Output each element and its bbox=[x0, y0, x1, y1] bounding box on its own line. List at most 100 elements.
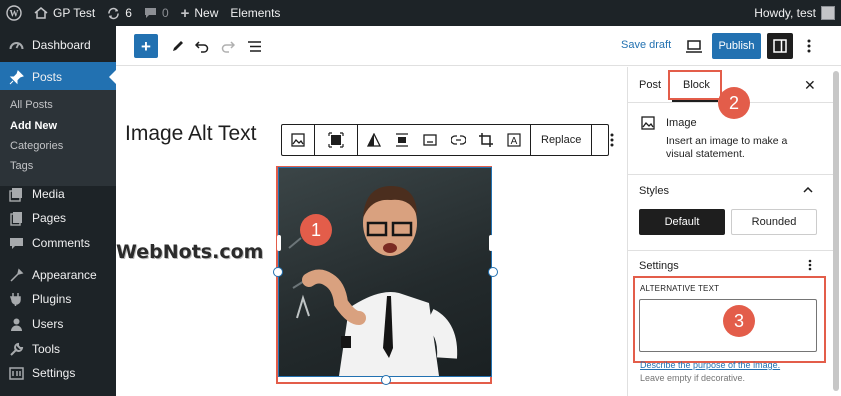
new-content-link[interactable]: + New bbox=[175, 0, 225, 26]
sidebar-item-plugins[interactable]: Plugins bbox=[0, 287, 116, 311]
preview-button[interactable] bbox=[682, 34, 706, 58]
settings-sidebar: Post Block ✕ 2 Image Insert an image to … bbox=[627, 67, 841, 396]
sidebar-item-pages[interactable]: Pages bbox=[0, 206, 116, 230]
side-resize-bar-right[interactable] bbox=[489, 235, 493, 251]
sidebar-item-comments[interactable]: Comments bbox=[0, 231, 116, 255]
sidebar-item-posts[interactable]: Posts bbox=[0, 62, 116, 92]
post-title[interactable]: Image Alt Text bbox=[125, 122, 257, 146]
pin-icon bbox=[8, 69, 24, 85]
style-default-button[interactable]: Default bbox=[639, 209, 725, 235]
submenu-item-add-new[interactable]: Add New bbox=[10, 120, 57, 132]
site-name-link[interactable]: GP Test bbox=[28, 0, 101, 26]
link-icon[interactable] bbox=[446, 128, 470, 152]
publish-button[interactable]: Publish bbox=[712, 33, 761, 59]
elements-link[interactable]: Elements bbox=[224, 0, 286, 26]
sidebar-item-label: Dashboard bbox=[32, 38, 91, 52]
sidebar-item-label: Appearance bbox=[32, 268, 97, 282]
sidebar-item-appearance[interactable]: Appearance bbox=[0, 263, 116, 287]
comment-bubble-icon bbox=[144, 8, 156, 18]
users-icon bbox=[8, 316, 24, 332]
active-tab-indicator bbox=[672, 100, 718, 102]
watermark: WebNots.com bbox=[116, 241, 264, 263]
sidebar-item-tools[interactable]: Tools bbox=[0, 337, 116, 361]
svg-text:W: W bbox=[10, 9, 19, 19]
updates-count: 6 bbox=[125, 6, 132, 20]
panel-scrollbar[interactable] bbox=[833, 71, 839, 391]
align-center-icon[interactable] bbox=[390, 128, 414, 152]
pages-icon bbox=[8, 210, 24, 226]
replace-button[interactable]: Replace bbox=[535, 134, 587, 146]
submenu-item-all-posts[interactable]: All Posts bbox=[10, 99, 53, 111]
sidebar-item-label: Comments bbox=[32, 236, 91, 250]
image-block-icon[interactable] bbox=[286, 128, 310, 152]
media-icon bbox=[8, 186, 24, 202]
admin-sidebar: Dashboard Posts All Posts Add New Catego… bbox=[0, 26, 116, 396]
add-block-button[interactable]: + bbox=[134, 34, 158, 58]
updates-link[interactable]: 6 bbox=[101, 0, 138, 26]
submenu-item-tags[interactable]: Tags bbox=[10, 160, 33, 172]
alt-text-label: ALTERNATIVE TEXT bbox=[640, 284, 720, 293]
alt-text-help-link[interactable]: Describe the purpose of the image. bbox=[640, 360, 780, 370]
drag-handle-icon[interactable] bbox=[324, 128, 348, 152]
tab-post[interactable]: Post bbox=[639, 79, 661, 91]
block-card: Image Insert an image to make a visual s… bbox=[628, 103, 833, 175]
pencil-icon bbox=[173, 41, 183, 51]
sidebar-item-media[interactable]: Media bbox=[0, 182, 116, 206]
alt-text-help: Leave empty if decorative. bbox=[640, 373, 746, 383]
account-menu[interactable]: Howdy, test bbox=[748, 0, 841, 26]
save-draft-button[interactable]: Save draft bbox=[621, 39, 671, 51]
styles-panel: Styles Default Rounded bbox=[628, 175, 833, 251]
site-name: GP Test bbox=[53, 6, 96, 20]
caption-icon[interactable] bbox=[418, 128, 442, 152]
annotation-badge-3: 3 bbox=[723, 305, 755, 337]
block-toolbar: A Replace bbox=[281, 124, 614, 156]
sidebar-item-label: Tools bbox=[32, 342, 61, 356]
annotation-badge-1: 1 bbox=[300, 214, 332, 246]
plus-icon: + bbox=[180, 4, 190, 22]
tab-block[interactable]: Block bbox=[683, 79, 710, 91]
editor-canvas: Image Alt Text A Replace 1 WebNots.com bbox=[116, 67, 626, 396]
redo-button[interactable] bbox=[216, 34, 240, 58]
settings-toggle-button[interactable] bbox=[767, 33, 793, 59]
text-overlay-icon[interactable]: A bbox=[502, 128, 526, 152]
new-label: New bbox=[194, 6, 219, 20]
editor-top-toolbar: + Save draft Publish bbox=[116, 26, 841, 66]
elements-label: Elements bbox=[230, 6, 281, 20]
wrench-icon bbox=[8, 341, 24, 357]
styles-title[interactable]: Styles bbox=[639, 185, 669, 197]
options-button[interactable] bbox=[797, 34, 821, 58]
tools-button[interactable] bbox=[166, 34, 190, 58]
close-settings-icon[interactable]: ✕ bbox=[804, 77, 816, 94]
crop-icon[interactable] bbox=[474, 128, 498, 152]
dashboard-icon bbox=[8, 37, 24, 53]
howdy-greeting: Howdy, test bbox=[754, 6, 816, 20]
chevron-up-icon[interactable] bbox=[803, 187, 813, 193]
document-overview-button[interactable] bbox=[242, 34, 266, 58]
resize-handle-bottom[interactable] bbox=[381, 375, 391, 385]
wordpress-logo-icon[interactable]: W bbox=[0, 0, 28, 26]
block-card-description: Insert an image to make a visual stateme… bbox=[666, 135, 788, 160]
undo-button[interactable] bbox=[190, 34, 214, 58]
more-vertical-icon bbox=[807, 39, 811, 53]
block-card-title: Image bbox=[666, 117, 697, 129]
more-vertical-icon[interactable] bbox=[808, 259, 812, 271]
duotone-filter-icon[interactable] bbox=[362, 128, 386, 152]
side-resize-bar-left[interactable] bbox=[277, 235, 281, 251]
sidebar-item-label: Media bbox=[32, 187, 65, 201]
sidebar-item-dashboard[interactable]: Dashboard bbox=[0, 33, 116, 57]
submenu-item-categories[interactable]: Categories bbox=[10, 140, 63, 152]
comments-link[interactable]: 0 bbox=[138, 0, 175, 26]
home-icon bbox=[34, 7, 48, 19]
more-vertical-icon bbox=[610, 133, 614, 147]
resize-handle-right[interactable] bbox=[488, 267, 498, 277]
redo-icon bbox=[221, 41, 235, 53]
comments-count: 0 bbox=[161, 6, 169, 20]
plugins-icon bbox=[8, 291, 24, 307]
resize-handle-left[interactable] bbox=[273, 267, 283, 277]
image-block[interactable] bbox=[278, 167, 492, 377]
sidebar-item-settings[interactable]: Settings bbox=[0, 361, 116, 385]
style-rounded-button[interactable]: Rounded bbox=[731, 209, 817, 235]
settings-icon bbox=[8, 365, 24, 381]
more-options-button[interactable] bbox=[600, 128, 624, 152]
sidebar-item-users[interactable]: Users bbox=[0, 312, 116, 336]
